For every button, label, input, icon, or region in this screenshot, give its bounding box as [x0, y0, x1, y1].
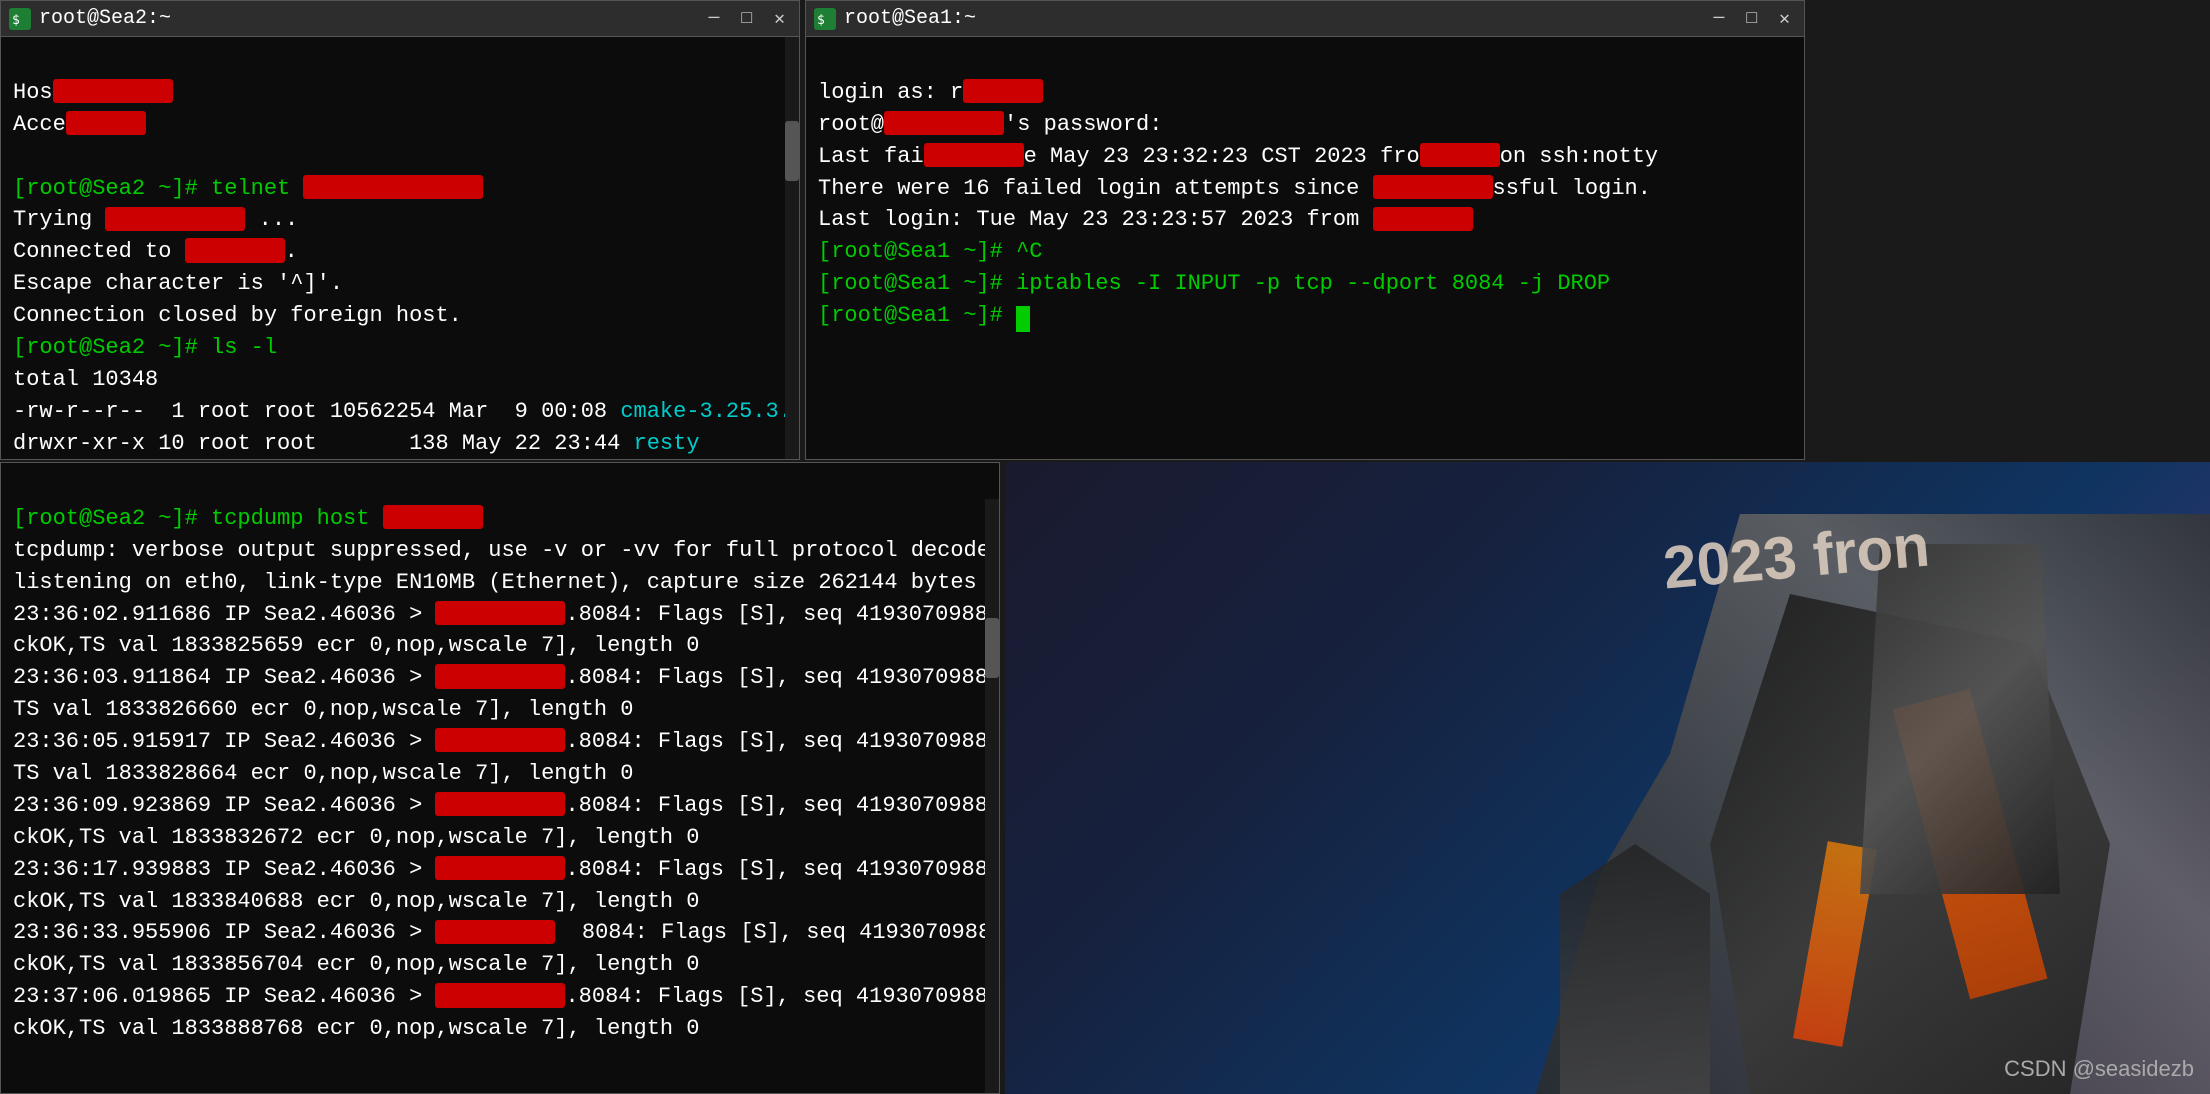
terminal-sea2-top[interactable]: $ root@Sea2:~ ─ □ ✕ Hos Acce [root@Sea2 …: [0, 0, 800, 460]
titlebar-left-sea2: $ root@Sea2:~: [9, 7, 171, 30]
titlebar-left-sea1: $ root@Sea1:~: [814, 7, 976, 30]
line-iptables: [root@Sea1 ~]# iptables -I INPUT -p tcp …: [818, 271, 1610, 296]
line-lastlogin: Last login: Tue May 23 23:23:57 2023 fro…: [818, 207, 1473, 232]
svg-text:$: $: [817, 13, 825, 28]
terminal-body-sea1[interactable]: login as: r root@'s password: Last faie …: [806, 37, 1804, 459]
line-pkt7: 23:37:06.019865 IP Sea2.46036 > .8084: F…: [13, 984, 999, 1009]
line-pkt6b: ckOK,TS val 1833856704 ecr 0,nop,wscale …: [13, 952, 700, 977]
line-login: login as: r: [818, 80, 1043, 105]
line-trying1: Trying ...: [13, 207, 298, 232]
line-host: Hos: [13, 80, 173, 105]
line-failcount: There were 16 failed login attempts sinc…: [818, 176, 1651, 201]
line-ls: [root@Sea2 ~]# ls -l: [13, 335, 277, 360]
terminal-sea1-top[interactable]: $ root@Sea1:~ ─ □ ✕ login as: r root@'s …: [805, 0, 1805, 460]
scrollbar-tcpdump[interactable]: [985, 499, 999, 1093]
line-lastfail: Last faie May 23 23:32:23 CST 2023 froon…: [818, 144, 1658, 169]
minimize-btn-sea2[interactable]: ─: [703, 7, 726, 31]
mech-detail1: [1860, 544, 2060, 894]
terminal-tcpdump[interactable]: [root@Sea2 ~]# tcpdump host tcpdump: ver…: [0, 462, 1000, 1094]
scrollbar-thumb-tcpdump[interactable]: [985, 618, 999, 678]
terminal-body-tcpdump[interactable]: [root@Sea2 ~]# tcpdump host tcpdump: ver…: [1, 463, 999, 1093]
line-blank: [13, 144, 26, 169]
line-pkt1: 23:36:02.911686 IP Sea2.46036 > .8084: F…: [13, 602, 999, 627]
line-tcpdump-listen: listening on eth0, link-type EN10MB (Eth…: [13, 570, 977, 595]
line-pkt4: 23:36:09.923869 IP Sea2.46036 > .8084: F…: [13, 793, 999, 818]
scrollbar-sea2-top[interactable]: [785, 37, 799, 459]
csdn-watermark: CSDN @seasidezb: [2004, 1056, 2194, 1082]
line-pkt3b: TS val 1833828664 ecr 0,nop,wscale 7], l…: [13, 761, 634, 786]
line-resty: drwxr-xr-x 10 root root 138 May 22 23:44…: [13, 431, 700, 456]
titlebar-title-sea2: root@Sea2:~: [39, 7, 171, 30]
image-area: 2023 fron CSDN @seasidezb: [1005, 462, 2210, 1094]
close-btn-sea2[interactable]: ✕: [768, 6, 791, 32]
terminal-body-sea2-top[interactable]: Hos Acce [root@Sea2 ~]# telnet Trying ..…: [1, 37, 799, 459]
titlebar-sea2-top: $ root@Sea2:~ ─ □ ✕: [1, 1, 799, 37]
line-cmake: -rw-r--r-- 1 root root 10562254 Mar 9 00…: [13, 399, 799, 424]
terminal-icon-sea2: $: [9, 8, 31, 30]
maximize-btn-sea2[interactable]: □: [735, 7, 758, 31]
line-pkt2: 23:36:03.911864 IP Sea2.46036 > .8084: F…: [13, 665, 999, 690]
close-btn-sea1[interactable]: ✕: [1773, 6, 1796, 32]
line-total: total 10348: [13, 367, 158, 392]
line-tcpdump-cmd: [root@Sea2 ~]# tcpdump host: [13, 506, 483, 531]
titlebar-controls-sea1: ─ □ ✕: [1708, 6, 1796, 32]
mech-background: 2023 fron CSDN @seasidezb: [1005, 462, 2210, 1094]
line-tcpdump-verbose: tcpdump: verbose output suppressed, use …: [13, 538, 990, 563]
line-pkt7b: ckOK,TS val 1833888768 ecr 0,nop,wscale …: [13, 1016, 700, 1041]
svg-text:$: $: [12, 13, 20, 28]
line-password: root@'s password:: [818, 112, 1162, 137]
line-pkt6: 23:36:33.955906 IP Sea2.46036 > 8084: Fl…: [13, 920, 999, 945]
line-pkt1b: ckOK,TS val 1833825659 ecr 0,nop,wscale …: [13, 633, 700, 658]
scrollbar-thumb-sea2[interactable]: [785, 121, 799, 181]
mech-detail2: [1560, 844, 1710, 1094]
titlebar-controls-sea2: ─ □ ✕: [703, 6, 791, 32]
minimize-btn-sea1[interactable]: ─: [1708, 7, 1731, 31]
line-telnet1: [root@Sea2 ~]# telnet: [13, 176, 483, 201]
line-pkt5b: ckOK,TS val 1833840688 ecr 0,nop,wscale …: [13, 889, 700, 914]
line-pkt3: 23:36:05.915917 IP Sea2.46036 > .8084: F…: [13, 729, 999, 754]
line-acce: Acce: [13, 112, 146, 137]
line-connected1: Connected to .: [13, 239, 298, 264]
maximize-btn-sea1[interactable]: □: [1740, 7, 1763, 31]
line-pkt2b: TS val 1833826660 ecr 0,nop,wscale 7], l…: [13, 697, 634, 722]
line-escape1: Escape character is '^]'.: [13, 271, 343, 296]
terminal-icon-sea1: $: [814, 8, 836, 30]
titlebar-sea1: $ root@Sea1:~ ─ □ ✕: [806, 1, 1804, 37]
line-sea1-cc: [root@Sea1 ~]# ^C: [818, 239, 1042, 264]
line-pkt5: 23:36:17.939883 IP Sea2.46036 > .8084: F…: [13, 857, 999, 882]
titlebar-title-sea1: root@Sea1:~: [844, 7, 976, 30]
line-pkt4b: ckOK,TS val 1833832672 ecr 0,nop,wscale …: [13, 825, 700, 850]
line-cursor-sea1: [root@Sea1 ~]#: [818, 303, 1030, 328]
line-closed1: Connection closed by foreign host.: [13, 303, 462, 328]
